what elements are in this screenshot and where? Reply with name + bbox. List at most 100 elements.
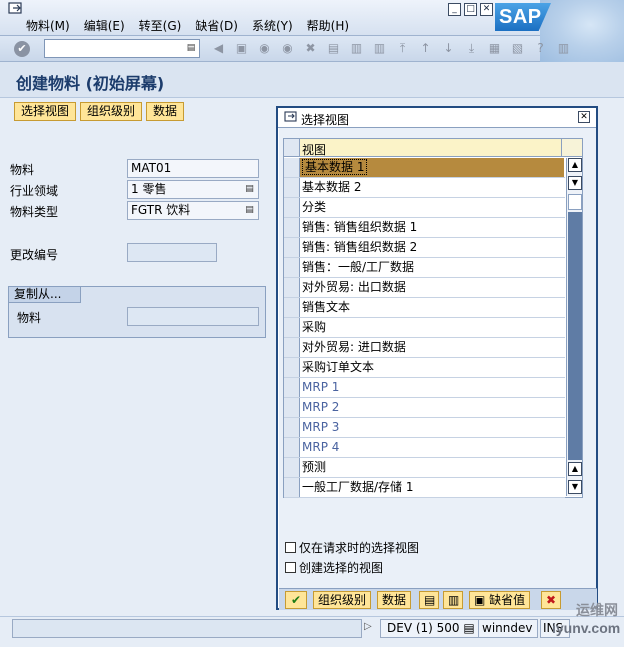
table-row[interactable]: 销售：一般/工厂数据 [284,258,565,278]
window-icon[interactable] [8,2,24,16]
table-row[interactable]: 对外贸易: 进口数据 [284,338,565,358]
view-cell[interactable]: 基本数据 1 [300,158,564,177]
last-page-icon[interactable]: ⤓ [463,40,480,57]
menu-system[interactable]: 系统(Y) [252,17,293,34]
view-cell[interactable]: 基本数据 2 [300,178,564,197]
view-cell[interactable]: 预测 [300,458,564,477]
option-create-selected[interactable]: 创建选择的视图 [285,559,383,576]
shortcut-icon[interactable]: ▧ [509,40,526,57]
row-selector[interactable] [284,298,300,317]
menu-material[interactable]: 物料(M) [26,17,70,34]
exit-icon[interactable]: ◉ [279,40,296,57]
menu-help[interactable]: 帮助(H) [307,17,349,34]
table-row[interactable]: 采购 [284,318,565,338]
confirm-check-icon[interactable]: ✔ [285,591,307,609]
help-icon[interactable]: ? [532,40,549,57]
table-row[interactable]: 销售: 销售组织数据 2 [284,238,565,258]
view-cell[interactable]: 采购订单文本 [300,358,564,377]
back-arrow-icon[interactable]: ◀ [210,40,227,57]
view-cell[interactable]: 销售：一般/工厂数据 [300,258,564,277]
table-row[interactable]: MRP 4 [284,438,565,458]
row-selector[interactable] [284,438,300,457]
menu-defaults[interactable]: 缺省(D) [195,17,238,34]
table-row[interactable]: 预测 [284,458,565,478]
table-row[interactable]: MRP 2 [284,398,565,418]
new-session-icon[interactable]: ▦ [486,40,503,57]
layout-menu-icon[interactable]: ▥ [555,40,572,57]
scroll-track[interactable] [568,212,582,460]
dialog-close-icon[interactable]: ✕ [578,111,590,123]
select-all-cell[interactable] [284,139,300,156]
row-selector[interactable] [284,178,300,197]
footer-defaults-button[interactable]: ▣ 缺省值 [469,591,531,609]
row-selector[interactable] [284,278,300,297]
status-expand-icon[interactable]: ▷ [364,621,372,632]
option-create-selected-checkbox[interactable] [285,562,296,573]
footer-data-button[interactable]: 数据 [377,591,412,609]
status-system[interactable]: DEV (1) 500 ▤ [380,619,482,638]
select-all-icon[interactable]: ▤ [419,591,439,609]
command-input[interactable] [45,40,183,57]
table-row[interactable]: 对外贸易: 出口数据 [284,278,565,298]
row-selector[interactable] [284,358,300,377]
row-selector[interactable] [284,158,300,177]
deselect-all-icon[interactable]: ▥ [443,591,463,609]
minimize-icon[interactable]: _ [448,3,461,16]
table-row[interactable]: 销售文本 [284,298,565,318]
view-cell[interactable]: 对外贸易: 进口数据 [300,338,564,357]
scroll-page-up-icon[interactable]: ▲ [568,462,582,476]
cancel-icon[interactable]: ✖ [302,40,319,57]
scroll-down-icon[interactable]: ▼ [568,480,582,494]
menu-goto[interactable]: 转至(G) [139,17,182,34]
option-select-on-request-checkbox[interactable] [285,542,296,553]
table-row[interactable]: 销售: 销售组织数据 1 [284,218,565,238]
option-select-on-request[interactable]: 仅在请求时的选择视图 [285,539,419,556]
row-selector[interactable] [284,318,300,337]
find-next-icon[interactable]: ▥ [371,40,388,57]
view-cell[interactable]: MRP 1 [300,378,564,397]
row-selector[interactable] [284,378,300,397]
row-selector[interactable] [284,478,300,497]
scroll-up-icon[interactable]: ▲ [568,158,582,172]
close-window-icon[interactable]: ✕ [480,3,493,16]
view-cell[interactable]: MRP 4 [300,438,564,457]
command-field[interactable]: ▤ [44,39,200,58]
row-selector[interactable] [284,218,300,237]
industry-dropdown-icon[interactable]: ▤ [244,183,255,196]
row-selector[interactable] [284,258,300,277]
menu-edit[interactable]: 编辑(E) [84,17,125,34]
views-scrollbar[interactable]: ▲ ▼ ▲ ▼ [566,158,582,496]
view-cell[interactable]: MRP 3 [300,418,564,437]
select-views-button[interactable]: 选择视图 [14,102,77,121]
column-header-cell[interactable] [300,139,562,156]
scroll-thumb[interactable] [568,194,582,210]
view-cell[interactable]: 销售: 销售组织数据 2 [300,238,564,257]
industry-field[interactable]: 1 零售 ▤ [127,180,259,199]
scroll-page-down-icon[interactable]: ▼ [568,176,582,190]
command-history-icon[interactable]: ▤ [185,42,197,55]
row-selector[interactable] [284,198,300,217]
print-icon[interactable]: ▤ [325,40,342,57]
next-page-icon[interactable]: ↓ [440,40,457,57]
table-row[interactable]: 分类 [284,198,565,218]
status-system-dropdown-icon[interactable]: ▤ [463,621,474,635]
row-selector[interactable] [284,418,300,437]
back-icon[interactable]: ◉ [256,40,273,57]
table-row[interactable]: 采购订单文本 [284,358,565,378]
data-button[interactable]: 数据 [146,102,185,121]
view-cell[interactable]: 采购 [300,318,564,337]
find-icon[interactable]: ▥ [348,40,365,57]
row-selector[interactable] [284,338,300,357]
save-icon[interactable]: ▣ [233,40,250,57]
table-row[interactable]: MRP 1 [284,378,565,398]
table-row[interactable]: 基本数据 2 [284,178,565,198]
material-type-field[interactable]: FGTR 饮料 ▤ [127,201,259,220]
previous-page-icon[interactable]: ↑ [417,40,434,57]
view-cell[interactable]: 一般工厂数据/存储 1 [300,478,564,497]
row-selector[interactable] [284,398,300,417]
table-row[interactable]: 一般工厂数据/存储 1 [284,478,565,498]
maximize-icon[interactable]: □ [464,3,477,16]
material-type-dropdown-icon[interactable]: ▤ [244,204,255,217]
first-page-icon[interactable]: ⤒ [394,40,411,57]
table-row[interactable]: 基本数据 1 [284,158,565,178]
